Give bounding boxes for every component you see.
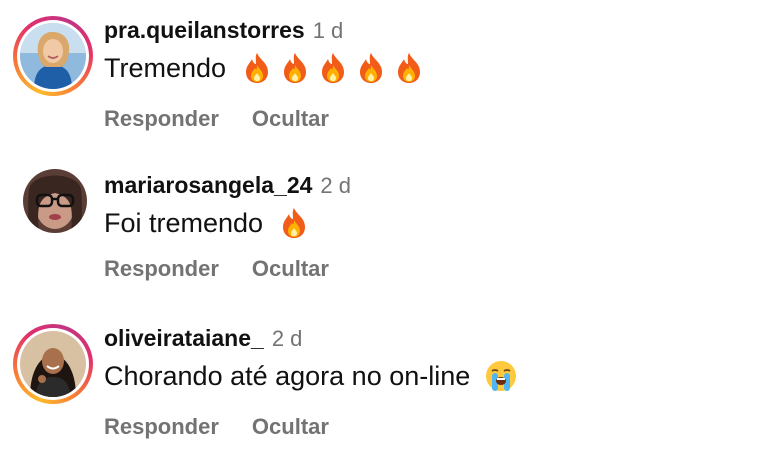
comment-body: Chorando até agora no on-line [104,360,471,391]
avatar[interactable] [13,159,93,239]
fire-icon [277,206,311,240]
hide-button[interactable]: Ocultar [252,106,329,132]
avatar[interactable] [13,16,93,96]
username-link[interactable]: mariarosangela_24 [104,172,312,199]
fire-icon [392,51,426,85]
avatar-image [20,331,86,397]
comment-actions: Responder Ocultar [104,106,329,132]
hide-button[interactable]: Ocultar [252,414,329,440]
fire-icon [316,51,350,85]
comment-body: Tremendo [104,52,227,83]
fire-icon [354,51,388,85]
avatar-image [23,169,87,233]
comment-text: Foi tremendo [104,206,311,240]
avatar-photo-icon [20,23,86,89]
fire-icon [240,51,274,85]
avatar[interactable] [13,324,93,404]
username-link[interactable]: oliveirataiane_ [104,325,264,352]
comment-item: pra.queilanstorres 1 d Tremendo Responde… [0,0,778,150]
comment-text: Tremendo [104,51,426,85]
timestamp: 2 d [271,326,303,351]
comment-actions: Responder Ocultar [104,414,329,440]
comment-header: mariarosangela_24 2 d [104,172,351,199]
username-link[interactable]: pra.queilanstorres [104,17,305,44]
timestamp: 1 d [312,18,344,43]
avatar-image [20,23,86,89]
timestamp: 2 d [320,173,351,198]
hide-button[interactable]: Ocultar [252,256,329,282]
comment-item: mariarosangela_24 2 d Foi tremendo Respo… [0,155,778,305]
comment-actions: Responder Ocultar [104,256,329,282]
reply-button[interactable]: Responder [104,256,219,282]
comment-header: pra.queilanstorres 1 d [104,17,343,44]
comment-text: Chorando até agora no on-line [104,359,518,393]
reply-button[interactable]: Responder [104,106,219,132]
avatar-photo-icon [23,169,87,233]
avatar-photo-icon [20,331,86,397]
comment-header: oliveirataiane_ 2 d [104,325,302,352]
fire-icon [278,51,312,85]
reply-button[interactable]: Responder [104,414,219,440]
comment-body: Foi tremendo [104,207,264,238]
loudly-crying-face-icon [484,359,518,393]
comment-item: oliveirataiane_ 2 d Chorando até agora n… [0,308,778,458]
